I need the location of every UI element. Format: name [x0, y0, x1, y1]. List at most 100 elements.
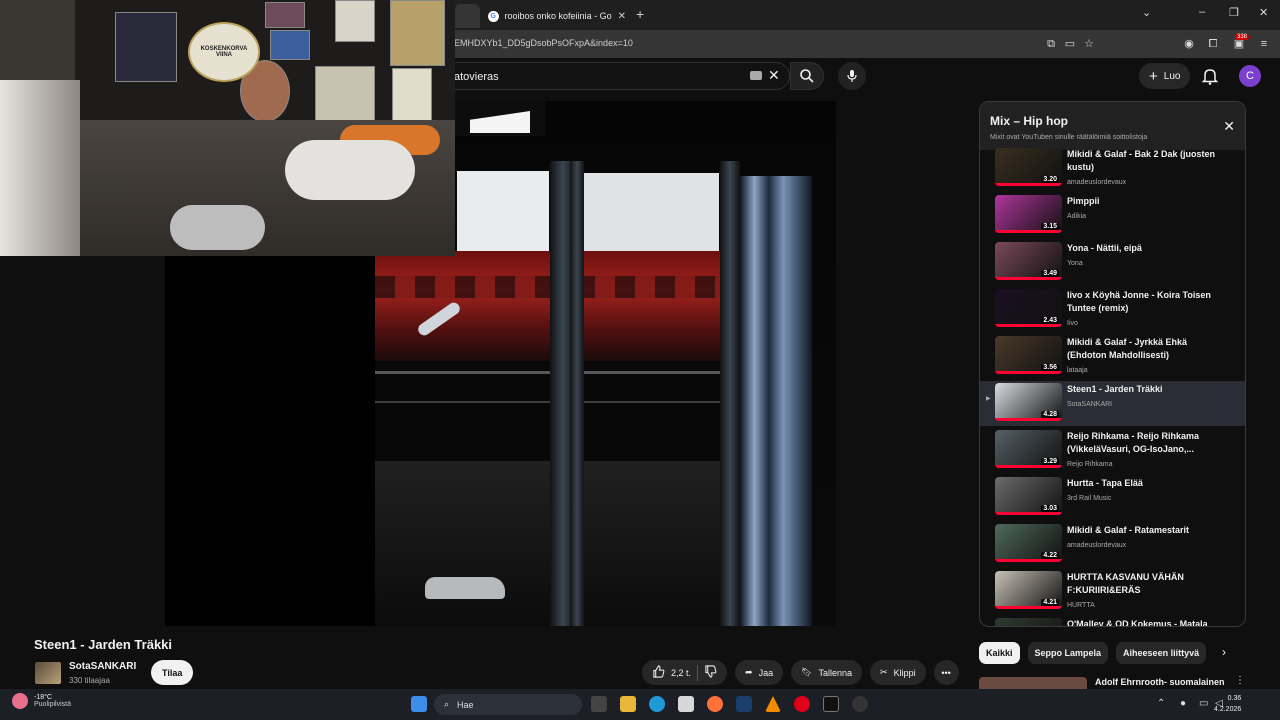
related-thumbnail[interactable]	[979, 677, 1087, 689]
avatar[interactable]: C	[1239, 65, 1261, 87]
playlist-item-text[interactable]: O'Malley & OD Kokemus - Matala Profiilia…	[1067, 618, 1227, 626]
more-vertical-icon[interactable]: ⋮	[1235, 675, 1245, 686]
playlist-item-text[interactable]: Mikidi & Galaf - Ratamestarit amadeuslord…	[1067, 524, 1227, 552]
channel-name[interactable]: SotaSANKARI	[69, 661, 136, 672]
playlist-item-channel: SotaSANKARI	[1067, 401, 1113, 408]
watched-progress-bar	[995, 512, 1062, 515]
playlist-item[interactable]: 3.56 Mikidi & Galaf - Jyrkkä Ehkä (Ehdoto…	[980, 334, 1245, 379]
playlist-item[interactable]: 3.29 Reijo Rihkama - Reijo Rihkama (Vikke…	[980, 428, 1245, 473]
playlist-item-text[interactable]: Reijo Rihkama - Reijo Rihkama (VikkeläVa…	[1067, 430, 1227, 471]
subscribe-button[interactable]: Tilaa	[151, 660, 194, 685]
playlist-item[interactable]: ▶ 4.28 Steen1 - Jarden Träkki SotaSANKARI	[980, 381, 1245, 426]
chip-related[interactable]: Aiheeseen liittyvä	[1116, 642, 1207, 664]
thumbs-up-icon[interactable]	[652, 665, 665, 680]
file-explorer-icon[interactable]	[620, 696, 636, 712]
maximize-icon[interactable]: ❐	[1229, 6, 1239, 19]
playlist-item[interactable]: 2.43 Iivo x Köyhä Jonne - Koira Toisen Tu…	[980, 287, 1245, 332]
playlist-item[interactable]: 3.03 Hurtta - Tapa Elää 3rd Rail Music	[980, 475, 1245, 520]
notifications-bell-icon[interactable]	[1200, 66, 1220, 86]
microphone-tray-icon[interactable]: ●	[1180, 698, 1186, 709]
playlist-item[interactable]: 4.22 Mikidi & Galaf - Ratamestarit amadeus…	[980, 522, 1245, 567]
playlist-item[interactable]: 3.15 Pimppii Adikia	[980, 193, 1245, 238]
playlist-thumbnail[interactable]: 3.12	[995, 618, 1062, 626]
weather-widget[interactable]: -18°C Puolipilvistä	[12, 693, 71, 709]
voice-search-button[interactable]	[838, 62, 866, 90]
playlist-item[interactable]: 3.49 Yona - Nättii, eipä Yona	[980, 240, 1245, 285]
save-button[interactable]: 🔖︎ Tallenna	[791, 660, 863, 685]
taskbar-search-label: Hae	[457, 699, 474, 710]
settings-icon[interactable]	[852, 696, 868, 712]
clear-search-icon[interactable]: ✕	[768, 67, 780, 84]
cast-icon[interactable]: ▭	[1063, 37, 1077, 51]
new-tab-icon[interactable]: +	[636, 6, 644, 22]
bookmark-star-icon[interactable]: ☆	[1082, 37, 1096, 51]
playlist-item-text[interactable]: Hurtta - Tapa Elää 3rd Rail Music	[1067, 477, 1227, 505]
more-actions-button[interactable]: •••	[933, 660, 959, 685]
chip-all[interactable]: Kaikki	[979, 642, 1020, 664]
playlist-thumbnail[interactable]: 3.03	[995, 477, 1062, 515]
playlist-item-text[interactable]: Pimppii Adikia	[1067, 195, 1227, 223]
install-icon[interactable]: ⧉	[1044, 37, 1058, 51]
tab-list-icon[interactable]: ⌄	[1142, 6, 1151, 19]
vlc-icon[interactable]	[765, 696, 781, 712]
next-related-video[interactable]: Adolf Ehrnrooth- suomalainen ⋮	[979, 675, 1246, 689]
microsoft-store-icon[interactable]	[678, 696, 694, 712]
account-icon[interactable]: ◉	[1182, 37, 1196, 51]
minimize-icon[interactable]: –	[1199, 6, 1205, 18]
url-text[interactable]: EMHDXYb1_DD5gDsobPsOFxpA&index=10	[454, 38, 633, 48]
playlist-thumbnail[interactable]: 3.29	[995, 430, 1062, 468]
playlist-item[interactable]: 3.12 O'Malley & OD Kokemus - Matala Profi…	[980, 616, 1245, 626]
steam-icon[interactable]	[736, 696, 752, 712]
playlist-item-text[interactable]: Mikidi & Galaf - Bak 2 Dak (juosten kust…	[1067, 148, 1227, 189]
playlist-item[interactable]: 3.20 Mikidi & Galaf - Bak 2 Dak (juosten …	[980, 146, 1245, 191]
playlist-title[interactable]: Mix – Hip hop	[990, 114, 1068, 128]
tab-google-search[interactable]: G rooibos onko kofeiinia - Google ✕	[482, 4, 632, 28]
playlist-thumbnail[interactable]: 4.28	[995, 383, 1062, 421]
playlist-item-text[interactable]: HURTTA KASVANU VÄHÄN F:KURIIRI&ERÄS HURTT…	[1067, 571, 1227, 612]
windows-start-icon[interactable]	[411, 696, 427, 712]
opera-icon[interactable]	[794, 696, 810, 712]
keyboard-icon[interactable]	[750, 71, 762, 80]
menu-icon[interactable]: ≡	[1257, 37, 1271, 51]
playlist-item-channel: Reijo Rihkama	[1067, 461, 1113, 468]
close-tab-icon[interactable]: ✕	[618, 11, 626, 22]
search-button[interactable]	[790, 62, 824, 90]
related-video-title[interactable]: Adolf Ehrnrooth- suomalainen	[1095, 677, 1225, 687]
playlist-item-channel: amadeuslordevaux	[1067, 542, 1127, 549]
playlist-item-text[interactable]: Mikidi & Galaf - Jyrkkä Ehkä (Ehdoton Ma…	[1067, 336, 1227, 377]
tab-current[interactable]	[455, 4, 480, 28]
search-input[interactable]: atovieras	[454, 71, 499, 83]
chevron-right-icon[interactable]: ›	[1222, 645, 1226, 659]
clip-button[interactable]: ✂ Klippi	[870, 660, 926, 685]
create-button[interactable]: + Luo	[1139, 63, 1191, 89]
search-box[interactable]: atovieras ✕	[454, 62, 790, 90]
task-view-icon[interactable]	[591, 696, 607, 712]
close-window-icon[interactable]: ✕	[1259, 6, 1268, 19]
playlist-thumbnail[interactable]: 4.21	[995, 571, 1062, 609]
network-icon[interactable]: ▭	[1199, 698, 1208, 709]
playlist-thumbnail[interactable]: 3.20	[995, 148, 1062, 186]
edge-browser-icon[interactable]	[649, 696, 665, 712]
playlist-thumbnail[interactable]: 3.49	[995, 242, 1062, 280]
chip-seppo-lampela[interactable]: Seppo Lampela	[1027, 642, 1109, 664]
playlist-thumbnail[interactable]: 3.15	[995, 195, 1062, 233]
like-count[interactable]: 2,2 t.	[671, 668, 691, 678]
webcam-overlay: KOSKENKORVA VIINA	[0, 0, 455, 256]
tray-chevron-up-icon[interactable]: ⌃	[1157, 698, 1165, 709]
thumbs-down-icon[interactable]	[704, 665, 717, 680]
playlist-thumbnail[interactable]: 3.56	[995, 336, 1062, 374]
playlist-thumbnail[interactable]: 2.43	[995, 289, 1062, 327]
extensions-icon[interactable]: ⧠	[1206, 37, 1220, 51]
firefox-icon[interactable]	[707, 696, 723, 712]
close-playlist-icon[interactable]: ✕	[1223, 118, 1235, 135]
playlist-item-text[interactable]: Yona - Nättii, eipä Yona	[1067, 242, 1227, 270]
playlist-item[interactable]: 4.21 HURTTA KASVANU VÄHÄN F:KURIIRI&ERÄS H…	[980, 569, 1245, 614]
terminal-icon[interactable]	[823, 696, 839, 712]
clock[interactable]: 0.36 4.2.2026	[1214, 693, 1241, 715]
channel-avatar[interactable]	[35, 662, 61, 684]
playlist-item-text[interactable]: Steen1 - Jarden Träkki SotaSANKARI	[1067, 383, 1227, 411]
playlist-item-text[interactable]: Iivo x Köyhä Jonne - Koira Toisen Tuntee…	[1067, 289, 1227, 330]
taskbar-search[interactable]: ⌕ Hae	[434, 694, 582, 715]
share-button[interactable]: ➦ Jaa	[735, 660, 784, 685]
playlist-thumbnail[interactable]: 4.22	[995, 524, 1062, 562]
